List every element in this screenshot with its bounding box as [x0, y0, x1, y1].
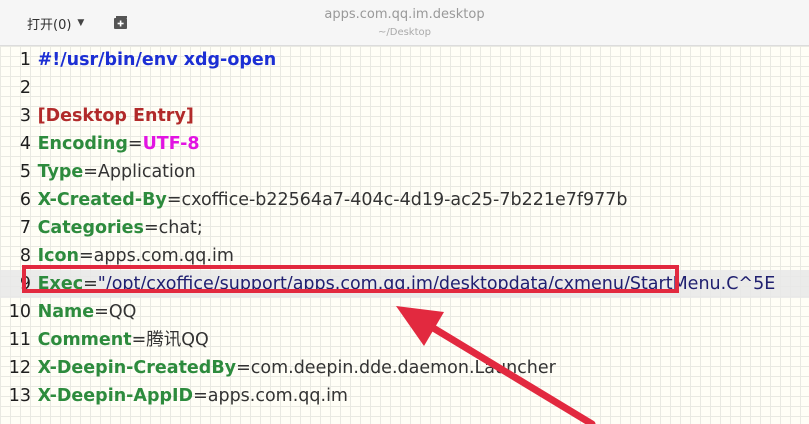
value-text: 腾讯QQ [146, 330, 209, 350]
code-line-current: 9 Exec="/opt/cxoffice/support/apps.com.q… [0, 270, 809, 298]
window-subtitle: ~/Desktop [378, 27, 431, 38]
line-number: 4 [19, 134, 31, 154]
value-text: apps.com.qq.im [207, 386, 348, 406]
key-text: X-Created-By [37, 190, 167, 210]
line-number: 11 [8, 330, 31, 350]
window-title: apps.com.qq.im.desktop [324, 7, 485, 22]
line-number: 9 [19, 274, 31, 294]
value-text: Application [97, 162, 196, 182]
value-text: apps.com.qq.im [93, 246, 234, 266]
code-line: 5 Type=Application [0, 158, 809, 186]
equals-sign: = [83, 274, 98, 294]
key-text: X-Deepin-CreatedBy [37, 358, 237, 378]
key-text: Comment [37, 330, 132, 350]
code-line: 6 X-Created-By=cxoffice-b22564a7-404c-4d… [0, 186, 809, 214]
title-bar: 打开(0) ▼ apps.com.qq.im.desktop ~/Desktop [0, 0, 809, 46]
line-number: 12 [8, 358, 31, 378]
line-number: 1 [19, 50, 31, 70]
shebang-text: #!/usr/bin/env xdg-open [37, 50, 277, 70]
line-number: 10 [8, 302, 31, 322]
key-text: Categories [37, 218, 144, 238]
value-text: cxoffice-b22564a7-404c-4d19-ac25-7b221e7… [181, 190, 628, 210]
line-number: 13 [8, 386, 31, 406]
value-text: "/opt/cxoffice/support/apps.com.qq.im/de… [97, 274, 776, 294]
code-line: 10 Name=QQ [0, 298, 809, 326]
equals-sign: = [83, 162, 98, 182]
code-line: 8 Icon=apps.com.qq.im [0, 242, 809, 270]
key-text: Exec [37, 274, 84, 294]
equals-sign: = [236, 358, 251, 378]
line-number: 6 [19, 190, 31, 210]
value-text: UTF-8 [142, 134, 200, 154]
line-number: 8 [19, 246, 31, 266]
code-line: 7 Categories=chat; [0, 214, 809, 242]
key-text: Encoding [37, 134, 128, 154]
value-text: com.deepin.dde.daemon.Launcher [250, 358, 556, 378]
equals-sign: = [143, 218, 159, 238]
equals-sign: = [94, 302, 109, 322]
equals-sign: = [131, 330, 147, 350]
code-line: 2 [0, 74, 809, 102]
key-text: Icon [37, 246, 79, 266]
code-line: 12 X-Deepin-CreatedBy=com.deepin.dde.dae… [0, 354, 809, 382]
code-line: 1 #!/usr/bin/env xdg-open [0, 46, 809, 74]
equals-sign: = [127, 134, 143, 154]
value-text: QQ [108, 302, 137, 322]
line-number: 7 [19, 218, 31, 238]
key-text: Type [37, 162, 84, 182]
code-line: 13 X-Deepin-AppID=apps.com.qq.im [0, 382, 809, 410]
section-header: [Desktop Entry] [37, 106, 194, 126]
text-editor[interactable]: 1 #!/usr/bin/env xdg-open 2 3 [Desktop E… [0, 46, 809, 424]
line-number: 3 [19, 106, 31, 126]
code-line: 4 Encoding=UTF-8 [0, 130, 809, 158]
value-text: chat; [158, 218, 203, 238]
key-text: X-Deepin-AppID [37, 386, 194, 406]
equals-sign: = [78, 246, 94, 266]
line-number: 2 [19, 78, 31, 98]
equals-sign: = [193, 386, 208, 406]
code-line: 11 Comment=腾讯QQ [0, 326, 809, 354]
equals-sign: = [166, 190, 182, 210]
line-number: 5 [19, 162, 31, 182]
key-text: Name [37, 302, 95, 322]
code-line: 3 [Desktop Entry] [0, 102, 809, 130]
